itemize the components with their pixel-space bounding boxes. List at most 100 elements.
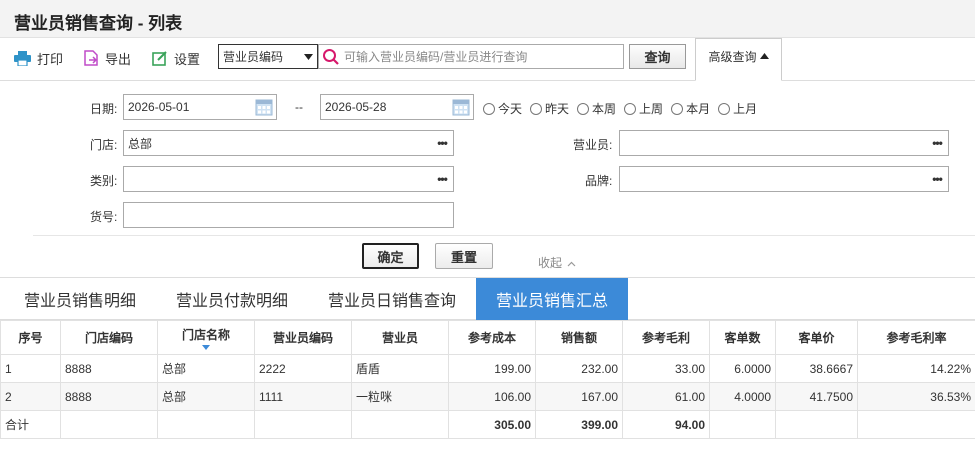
store-picker-button[interactable]: ••• <box>431 130 454 156</box>
column-header[interactable]: 序号 <box>0 320 61 355</box>
tab-salesperson-payment-detail[interactable]: 营业员付款明细 <box>160 278 304 320</box>
radio-label: 上月 <box>733 102 758 116</box>
cell: 61.00 <box>622 382 710 411</box>
radio-this-month[interactable]: 本月 <box>671 100 710 117</box>
cell <box>254 410 352 439</box>
calendar-icon[interactable] <box>452 98 470 116</box>
ellipsis-icon: ••• <box>932 136 943 150</box>
printer-icon <box>14 50 31 66</box>
advanced-query-toggle[interactable]: 高级查询 <box>695 38 782 81</box>
cell: 6.0000 <box>709 354 776 383</box>
cell: 36.53% <box>857 382 975 411</box>
advanced-query-label: 高级查询 <box>708 50 757 64</box>
cell: 14.22% <box>857 354 975 383</box>
column-header[interactable]: 营业员 <box>351 320 449 355</box>
category-picker-button[interactable]: ••• <box>431 166 454 192</box>
cell: 8888 <box>60 354 158 383</box>
export-button[interactable]: 导出 <box>84 48 131 68</box>
tab-salesperson-daily-sales[interactable]: 营业员日销售查询 <box>304 278 480 320</box>
radio-last-week[interactable]: 上周 <box>624 100 663 117</box>
cell: 167.00 <box>535 382 623 411</box>
item-number-label: 货号: <box>90 210 118 224</box>
collapse-toggle[interactable]: 收起 <box>538 254 576 271</box>
radio-circle <box>718 102 731 115</box>
cell <box>157 410 255 439</box>
divider <box>33 235 975 236</box>
column-header-label: 门店名称 <box>181 327 230 342</box>
cell: 一粒咪 <box>351 382 449 411</box>
cell <box>351 410 449 439</box>
query-button[interactable]: 查询 <box>629 44 686 69</box>
ellipsis-icon: ••• <box>437 136 448 150</box>
radio-this-week[interactable]: 本周 <box>577 100 616 117</box>
cell: 2222 <box>254 354 352 383</box>
column-header[interactable]: 参考成本 <box>448 320 536 355</box>
radio-circle <box>577 102 590 115</box>
radio-circle <box>624 102 637 115</box>
radio-yesterday[interactable]: 昨天 <box>530 100 569 117</box>
tab-salesperson-sales-summary[interactable]: 营业员销售汇总 <box>476 278 628 320</box>
settings-button[interactable]: 设置 <box>152 48 200 68</box>
store-input[interactable]: 总部 <box>123 130 432 156</box>
ellipsis-icon: ••• <box>437 172 448 186</box>
cell: 4.0000 <box>709 382 776 411</box>
cell <box>857 410 975 439</box>
date-from-field[interactable]: 2026-05-01 <box>123 94 277 120</box>
salesperson-label: 营业员: <box>573 138 613 152</box>
column-header[interactable]: 客单价 <box>775 320 858 355</box>
radio-last-month[interactable]: 上月 <box>718 100 757 117</box>
date-preset-radios: 今天 昨天 本周 上周 本月 上月 <box>483 100 765 117</box>
cell: 1111 <box>254 382 352 411</box>
column-header[interactable]: 参考毛利率 <box>857 320 975 355</box>
print-button[interactable]: 打印 <box>14 48 63 68</box>
search-field-select[interactable]: 营业员编码 <box>218 44 318 69</box>
salesperson-input[interactable] <box>619 130 927 156</box>
page-title: 营业员销售查询 - 列表 <box>14 14 183 33</box>
column-header[interactable]: 门店编码 <box>60 320 158 355</box>
cell: 合计 <box>0 410 61 439</box>
radio-label: 昨天 <box>545 102 570 116</box>
cell: 总部 <box>157 382 255 411</box>
radio-label: 今天 <box>498 102 523 116</box>
cell: 41.7500 <box>775 382 858 411</box>
chevron-up-icon <box>567 261 576 267</box>
cell: 2 <box>0 382 61 411</box>
export-label: 导出 <box>105 51 132 67</box>
settings-label: 设置 <box>174 51 201 67</box>
tab-bar: 营业员销售明细 营业员付款明细 营业员日销售查询 营业员销售汇总 <box>0 277 975 320</box>
brand-input[interactable] <box>619 166 927 192</box>
sort-desc-icon <box>202 344 210 350</box>
advanced-query-panel: 日期: 2026-05-01 -- 2026-05-28 今天 昨天 本周 上周… <box>0 81 975 277</box>
calendar-icon[interactable] <box>255 98 273 116</box>
export-icon <box>84 50 98 66</box>
toolbar: 打印 导出 设置 营业员编码 查询 高级查询 <box>0 38 975 81</box>
cell: 38.6667 <box>775 354 858 383</box>
cell: 199.00 <box>448 354 536 383</box>
salesperson-picker-button[interactable]: ••• <box>926 130 949 156</box>
item-number-input[interactable] <box>123 202 454 228</box>
radio-label: 上周 <box>639 102 664 116</box>
total-row: 合计 305.00 399.00 94.00 <box>0 410 975 439</box>
category-input[interactable] <box>123 166 432 192</box>
ellipsis-icon: ••• <box>932 172 943 186</box>
confirm-button[interactable]: 确定 <box>362 243 419 269</box>
search-input[interactable] <box>344 45 623 68</box>
column-header[interactable]: 客单数 <box>709 320 776 355</box>
cell: 33.00 <box>622 354 710 383</box>
tab-salesperson-sales-detail[interactable]: 营业员销售明细 <box>0 278 160 320</box>
collapse-label: 收起 <box>538 256 563 270</box>
date-from-value: 2026-05-01 <box>128 100 190 114</box>
radio-today[interactable]: 今天 <box>483 100 522 117</box>
column-header[interactable]: 营业员编码 <box>254 320 352 355</box>
brand-picker-button[interactable]: ••• <box>926 166 949 192</box>
table-row[interactable]: 1 8888 总部 2222 盾盾 199.00 232.00 33.00 6.… <box>0 354 975 383</box>
column-header[interactable]: 销售额 <box>535 320 623 355</box>
table-row[interactable]: 2 8888 总部 1111 一粒咪 106.00 167.00 61.00 4… <box>0 382 975 411</box>
column-header[interactable]: 参考毛利 <box>622 320 710 355</box>
column-header[interactable]: 门店名称 <box>157 320 255 355</box>
cell <box>709 410 776 439</box>
reset-button[interactable]: 重置 <box>435 243 493 269</box>
radio-circle <box>671 102 684 115</box>
brand-label: 品牌: <box>585 174 613 188</box>
date-to-field[interactable]: 2026-05-28 <box>320 94 474 120</box>
